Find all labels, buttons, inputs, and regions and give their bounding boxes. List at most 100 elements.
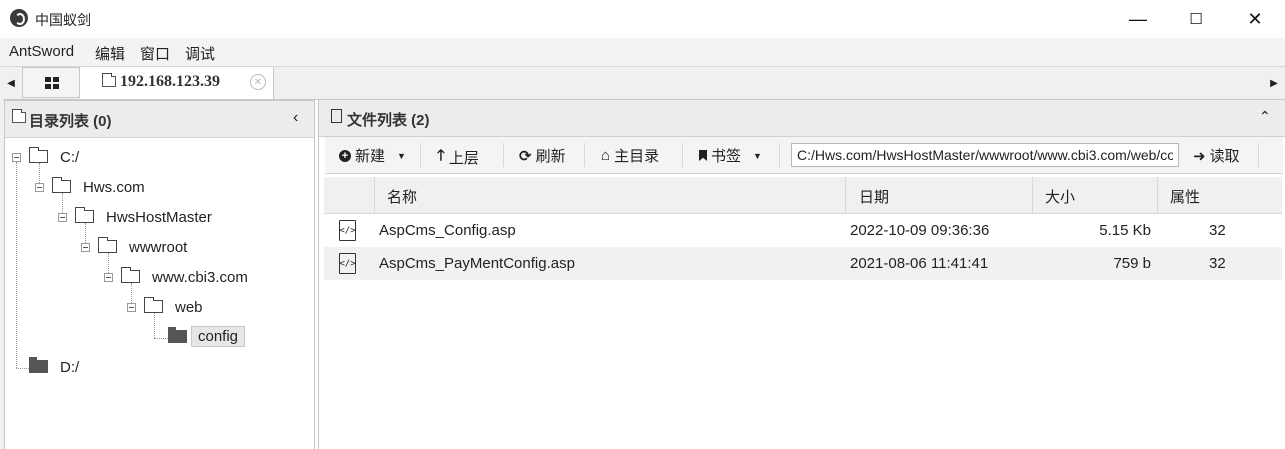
toolbar-divider xyxy=(682,143,683,167)
menu-antsword[interactable]: AntSword xyxy=(9,43,74,60)
up-button-label: 上层 xyxy=(448,150,479,167)
tree-node-www-cbi3-com[interactable]: www.cbi3.com xyxy=(152,269,248,286)
close-button[interactable]: ✕ xyxy=(1226,0,1284,38)
read-button-label: 读取 xyxy=(1209,148,1240,165)
file-size: 759 b xyxy=(1113,255,1151,272)
tree-collapse-toggle[interactable] xyxy=(12,153,21,162)
file-panel: 文件列表 (2) ⌃ + 新建 ▼ 🡑 上层 ⟳ 刷新 ⌂ 主目录 书签 ▼ C… xyxy=(318,100,1285,449)
tree-node-web[interactable]: web xyxy=(175,299,203,316)
tree-connector xyxy=(16,162,17,368)
column-header-size[interactable]: 大小 xyxy=(1045,186,1075,207)
tree-node-config[interactable]: config xyxy=(191,326,246,347)
title-bar: 中国蚁剑 — ☐ ✕ xyxy=(0,0,1285,38)
column-divider xyxy=(374,177,375,213)
path-input[interactable] xyxy=(791,143,1179,167)
column-header-name[interactable]: 名称 xyxy=(387,186,417,207)
collapse-left-icon[interactable]: ‹ xyxy=(293,109,298,127)
toolbar-divider xyxy=(1258,143,1259,167)
home-icon: ⌂ xyxy=(601,147,611,164)
menu-edit[interactable]: 编辑 xyxy=(95,43,125,64)
column-divider xyxy=(845,177,846,213)
file-name: AspCms_Config.asp xyxy=(379,222,516,239)
tab-bar: ◀ 192.168.123.39 ✕ ▶ xyxy=(0,66,1285,100)
bookmark-button[interactable]: 书签 ▼ xyxy=(699,145,762,166)
menu-debug[interactable]: 调试 xyxy=(185,43,215,64)
folder-icon xyxy=(102,73,116,87)
bookmark-button-label: 书签 xyxy=(711,148,742,165)
table-row[interactable]: </> AspCms_Config.asp 2022-10-09 09:36:3… xyxy=(324,214,1282,247)
tab-scroll-left-icon[interactable]: ◀ xyxy=(0,67,22,99)
toolbar-divider xyxy=(584,143,585,167)
file-attr: 32 xyxy=(1209,222,1226,239)
tree-node-hws-com[interactable]: Hws.com xyxy=(83,179,145,196)
tree-node-c-drive[interactable]: C:/ xyxy=(60,149,79,166)
file-date: 2021-08-06 11:41:41 xyxy=(850,255,989,272)
tree-collapse-toggle[interactable] xyxy=(127,303,136,312)
tree-collapse-toggle[interactable] xyxy=(81,243,90,252)
tab-home[interactable] xyxy=(22,67,80,98)
refresh-button[interactable]: ⟳ 刷新 xyxy=(519,145,566,166)
file-icon xyxy=(331,109,342,123)
grid-icon xyxy=(45,77,59,89)
file-panel-header: 文件列表 (2) ⌃ xyxy=(319,100,1285,137)
new-button[interactable]: + 新建 ▼ xyxy=(339,145,406,166)
directory-panel-header: 目录列表 (0) ‹ xyxy=(5,101,314,138)
file-attr: 32 xyxy=(1209,255,1226,272)
window-title: 中国蚁剑 xyxy=(35,12,91,28)
tree-collapse-toggle[interactable] xyxy=(58,213,67,222)
up-button[interactable]: 🡑 上层 xyxy=(437,145,479,170)
column-header-attr[interactable]: 属性 xyxy=(1170,186,1200,207)
minimize-button[interactable]: — xyxy=(1109,0,1167,38)
directory-panel: 目录列表 (0) ‹ C:/ Hws.com HwsHostMaster www… xyxy=(4,100,315,449)
menu-window[interactable]: 窗口 xyxy=(140,43,170,64)
refresh-icon: ⟳ xyxy=(519,147,532,165)
file-size: 5.15 Kb xyxy=(1099,222,1151,239)
table-header: 名称 日期 大小 属性 xyxy=(324,177,1282,214)
home-button[interactable]: ⌂ 主目录 xyxy=(601,145,659,166)
tree-connector xyxy=(154,338,168,339)
file-toolbar: + 新建 ▼ 🡑 上层 ⟳ 刷新 ⌂ 主目录 书签 ▼ ➜ 读取 xyxy=(325,137,1283,174)
tree-collapse-toggle[interactable] xyxy=(35,183,44,192)
folder-closed-icon xyxy=(29,357,48,373)
column-header-date[interactable]: 日期 xyxy=(859,186,889,207)
toolbar-divider xyxy=(779,143,780,167)
toolbar-divider xyxy=(503,143,504,167)
column-divider xyxy=(1157,177,1158,213)
file-name: AspCms_PayMentConfig.asp xyxy=(379,255,575,272)
arrow-right-icon: ➜ xyxy=(1193,147,1206,165)
menu-bar: AntSword 编辑 窗口 调试 xyxy=(0,38,1285,66)
tree-node-hwshostmaster[interactable]: HwsHostMaster xyxy=(106,209,212,226)
arrow-up-icon: 🡑 xyxy=(437,147,445,164)
tab-label: 192.168.123.39 xyxy=(120,73,220,90)
tree-node-wwwroot[interactable]: wwwroot xyxy=(129,239,187,256)
directory-panel-title: 目录列表 (0) xyxy=(29,113,112,130)
code-file-icon: </> xyxy=(339,220,356,241)
folder-open-icon xyxy=(144,297,163,313)
chevron-down-icon: ▼ xyxy=(753,150,762,161)
tree-node-d-drive[interactable]: D:/ xyxy=(60,359,79,376)
antsword-logo-icon xyxy=(10,9,28,27)
tree-collapse-toggle[interactable] xyxy=(104,273,113,282)
home-button-label: 主目录 xyxy=(614,148,660,165)
collapse-up-icon[interactable]: ⌃ xyxy=(1259,108,1271,125)
folder-open-icon xyxy=(29,147,48,163)
new-button-label: 新建 xyxy=(355,148,386,165)
tree-connector xyxy=(16,368,29,369)
column-divider xyxy=(1032,177,1033,213)
table-row[interactable]: </> AspCms_PayMentConfig.asp 2021-08-06 … xyxy=(324,247,1282,280)
toolbar-divider xyxy=(420,143,421,167)
folder-open-icon xyxy=(75,207,94,223)
plus-circle-icon: + xyxy=(339,149,351,162)
refresh-button-label: 刷新 xyxy=(535,148,566,165)
file-date: 2022-10-09 09:36:36 xyxy=(850,222,990,239)
code-file-icon: </> xyxy=(339,253,356,274)
read-button[interactable]: ➜ 读取 xyxy=(1193,145,1240,166)
maximize-button[interactable]: ☐ xyxy=(1167,0,1225,38)
folder-open-icon xyxy=(121,267,140,283)
chevron-down-icon: ▼ xyxy=(397,150,406,161)
folder-closed-icon xyxy=(168,327,187,343)
tab-scroll-right-icon[interactable]: ▶ xyxy=(1263,67,1285,99)
tab-shell-session[interactable]: 192.168.123.39 ✕ xyxy=(80,67,274,99)
tab-close-icon[interactable]: ✕ xyxy=(250,74,266,90)
folder-icon xyxy=(12,109,26,123)
